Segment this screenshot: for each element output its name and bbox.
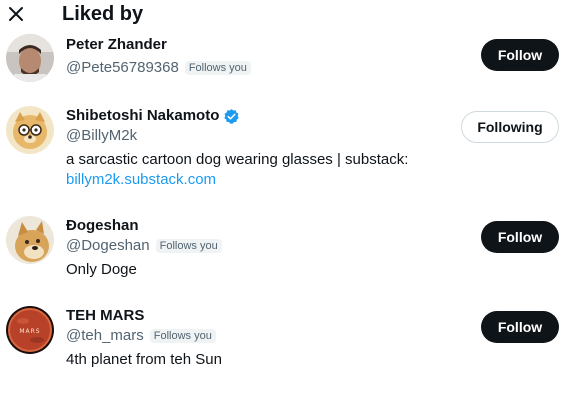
user-bio: Only Doge: [66, 260, 446, 280]
follow-button[interactable]: Follow: [481, 39, 559, 71]
following-button[interactable]: Following: [461, 111, 559, 143]
user-name[interactable]: Shibetoshi Nakamoto: [66, 106, 446, 126]
user-info: Shibetoshi Nakamoto @BillyM2k a sarcasti…: [66, 106, 446, 190]
user-handle[interactable]: @BillyM2k: [66, 126, 137, 146]
list-item[interactable]: Ɖogeshan @Dogeshan Follows you Only Doge…: [0, 210, 574, 290]
user-info: Peter Zhander @Pete56789368 Follows you: [66, 35, 446, 78]
user-name-text[interactable]: Ɖogeshan: [66, 216, 139, 236]
header: Liked by: [0, 0, 574, 30]
user-name-text[interactable]: TEH MARS: [66, 306, 144, 326]
user-bio-text: 4th planet from teh Sun: [66, 351, 222, 368]
avatar[interactable]: MARS: [6, 306, 54, 354]
user-handle[interactable]: @Dogeshan: [66, 236, 150, 256]
user-info: Ɖogeshan @Dogeshan Follows you Only Doge: [66, 216, 446, 280]
follows-you-badge: Follows you: [184, 61, 251, 75]
user-bio-text: a sarcastic cartoon dog wearing glasses …: [66, 151, 409, 168]
follows-you-badge: Follows you: [149, 329, 216, 343]
avatar-text: MARS: [19, 328, 40, 335]
page-title: Liked by: [62, 3, 144, 25]
follows-you-badge: Follows you: [155, 239, 222, 253]
user-info: TEH MARS @teh_mars Follows you 4th plane…: [66, 306, 446, 370]
user-name[interactable]: TEH MARS: [66, 306, 446, 326]
avatar[interactable]: [6, 216, 54, 264]
user-name-text[interactable]: Peter Zhander: [66, 35, 167, 55]
user-bio-text: Only Doge: [66, 261, 137, 278]
list-item[interactable]: Peter Zhander @Pete56789368 Follows you …: [0, 30, 574, 100]
follow-button[interactable]: Follow: [481, 311, 559, 343]
user-name-text[interactable]: Shibetoshi Nakamoto: [66, 106, 219, 126]
list-item[interactable]: MARS TEH MARS @teh_mars Follows you 4th …: [0, 300, 574, 380]
user-bio: 4th planet from teh Sun: [66, 350, 446, 370]
user-name[interactable]: Ɖogeshan: [66, 216, 446, 236]
user-handle[interactable]: @Pete56789368: [66, 58, 179, 78]
avatar[interactable]: [6, 34, 54, 82]
user-bio: a sarcastic cartoon dog wearing glasses …: [66, 150, 446, 190]
user-name[interactable]: Peter Zhander: [66, 35, 446, 55]
follow-button[interactable]: Follow: [481, 221, 559, 253]
verified-badge-icon: [224, 108, 240, 124]
avatar[interactable]: [6, 106, 54, 154]
bio-link[interactable]: billym2k.substack.com: [66, 171, 216, 188]
list-item[interactable]: Shibetoshi Nakamoto @BillyM2k a sarcasti…: [0, 100, 574, 200]
user-handle[interactable]: @teh_mars: [66, 326, 144, 346]
close-icon[interactable]: [6, 4, 26, 24]
